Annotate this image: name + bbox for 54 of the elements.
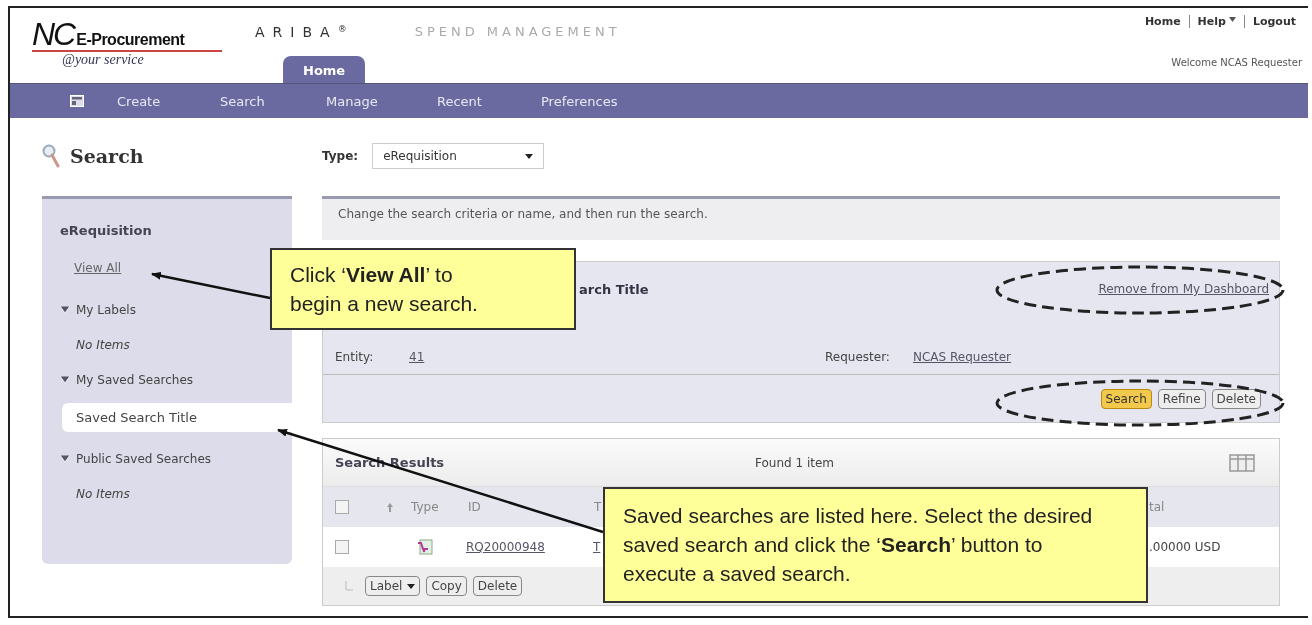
title-link[interactable]: T — [593, 540, 601, 554]
brand-name: ARIBA — [255, 24, 338, 40]
header-link[interactable]: Home — [1136, 15, 1189, 28]
action-button[interactable]: Refine — [1157, 388, 1206, 409]
panel-title: arch Title — [579, 281, 649, 297]
header-link[interactable]: Logout — [1243, 15, 1304, 28]
nav-item[interactable]: Preferences — [541, 93, 618, 109]
sidebar-heading: eRequisition — [60, 221, 152, 240]
type-label: Type: — [322, 149, 359, 163]
label-menu-button[interactable]: Label — [365, 576, 421, 596]
empty-note: No Items — [76, 337, 130, 354]
field-value-link[interactable]: NCAS Requester — [913, 350, 1012, 364]
logo: NCE-Procurement @your service — [10, 8, 225, 83]
cart-document-icon — [417, 539, 433, 555]
instruction-bar: Change the search criteria or name, and then run the search. — [322, 196, 1280, 240]
tree-branch-icon — [345, 581, 353, 591]
product-name: SPEND MANAGEMENT — [414, 24, 621, 39]
page-title: Search — [70, 145, 144, 167]
total-cell-text: .00000 USD — [1149, 540, 1222, 554]
field-label: Requester: — [825, 350, 891, 364]
nav-tab[interactable]: Home — [283, 56, 366, 83]
welcome-text: Welcome NCAS Requester — [1171, 57, 1303, 68]
checkbox[interactable] — [335, 500, 349, 514]
checkbox[interactable] — [335, 540, 349, 554]
empty-note: No Items — [76, 486, 130, 503]
search-button[interactable]: Search — [1100, 388, 1152, 409]
sidebar-section[interactable]: Public Saved Searches — [60, 442, 212, 476]
nav-item[interactable]: Search — [220, 93, 326, 109]
saved-search-item[interactable]: Saved Search Title — [62, 403, 292, 432]
action-button[interactable]: Copy — [426, 576, 467, 596]
field-label: Entity: — [335, 350, 375, 364]
nav-item[interactable]: Recent — [437, 93, 541, 109]
nav-item[interactable]: Create — [117, 93, 220, 109]
action-button[interactable]: Delete — [472, 576, 523, 596]
requisition-id-link[interactable]: RQ20000948 — [466, 540, 593, 554]
dashboard-icon — [70, 95, 84, 107]
sort-icon — [387, 502, 393, 512]
callout-note: Saved searches are listed here. Select the desired saved search and click the ‘Search’ button to execute a saved search. — [603, 487, 1148, 603]
action-button[interactable]: Delete — [1211, 388, 1261, 409]
callout-note: Click ‘View All’ to begin a new search. — [270, 248, 576, 330]
sidebar-section[interactable]: My Labels — [60, 293, 136, 327]
sidebar-section[interactable]: My Saved Searches — [60, 363, 194, 397]
registered-mark: ® — [337, 24, 347, 34]
field-value-link[interactable]: 41 — [409, 350, 425, 364]
remove-dashboard-link[interactable]: Remove from My Dashboard — [1098, 282, 1269, 296]
search-icon — [42, 144, 60, 168]
type-dropdown[interactable]: eRequisition — [372, 143, 545, 169]
caret-icon — [407, 583, 416, 589]
view-all-link[interactable]: View All — [74, 251, 122, 285]
columns-icon — [1229, 453, 1255, 472]
result-count: Found 1 item — [755, 455, 836, 470]
nav-item[interactable]: Manage — [326, 93, 437, 109]
header-link[interactable]: Help — [1188, 15, 1244, 28]
caret-icon — [525, 153, 534, 159]
